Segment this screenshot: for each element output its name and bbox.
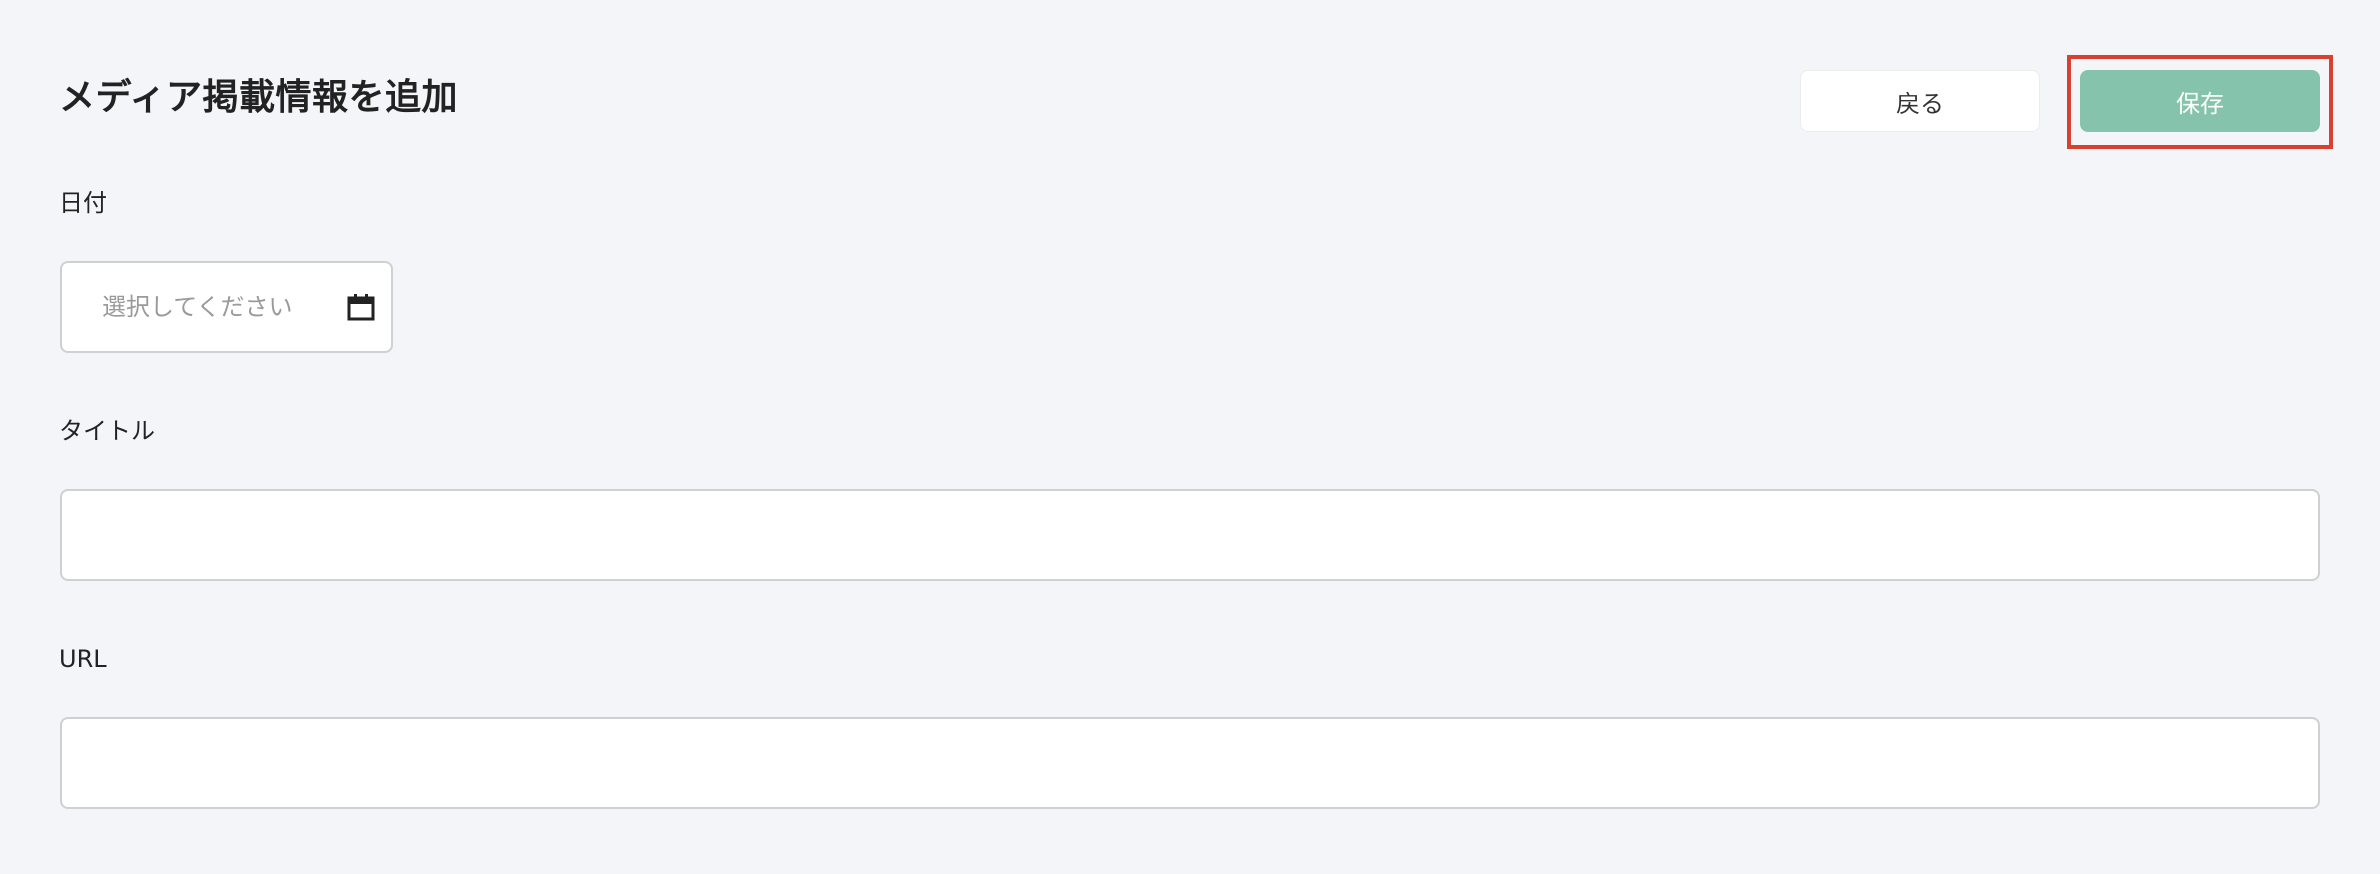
back-button[interactable]: 戻る — [1800, 70, 2040, 132]
url-label: URL — [59, 645, 107, 673]
page-title: メディア掲載情報を追加 — [59, 77, 458, 118]
date-placeholder: 選択してください — [102, 293, 293, 321]
calendar-icon[interactable] — [347, 293, 375, 321]
date-picker-field[interactable]: 選択してください — [60, 261, 393, 353]
save-button[interactable]: 保存 — [2080, 70, 2320, 132]
title-input[interactable] — [60, 489, 2320, 581]
media-form-page: メディア掲載情報を追加 戻る 保存 日付 選択してください タイトル URL — [0, 0, 2380, 874]
url-input[interactable] — [60, 717, 2320, 809]
date-label: 日付 — [59, 189, 107, 217]
title-label: タイトル — [59, 417, 155, 445]
